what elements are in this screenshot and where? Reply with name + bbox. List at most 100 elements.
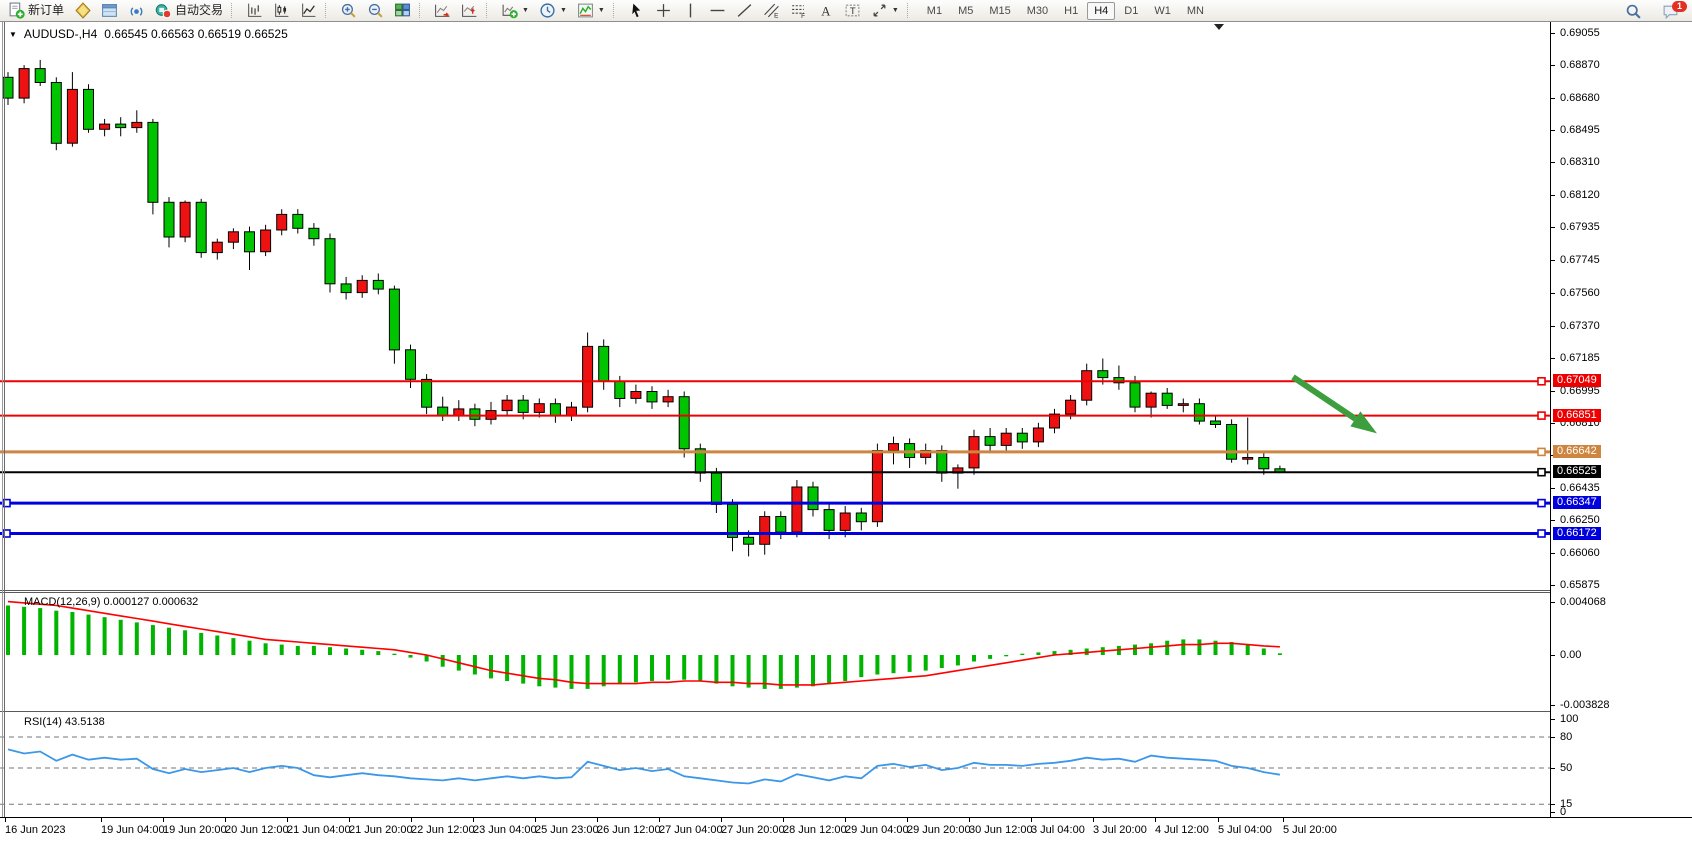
equidistant-channel-button[interactable]: E [759,0,784,21]
data-window-button[interactable] [97,0,122,21]
time-axis[interactable]: 16 Jun 202319 Jun 04:0019 Jun 20:0020 Ju… [0,818,1692,845]
candle-body [985,437,995,446]
timeframe-m5[interactable]: M5 [951,2,980,20]
timeframe-h1[interactable]: H1 [1057,2,1085,20]
macd-histogram-bar [779,655,783,689]
line-handle-right[interactable] [1538,412,1545,419]
chart-collapse-icon[interactable]: ▼ [9,30,17,39]
period-button[interactable]: ▼ [535,0,571,21]
timeframe-m1[interactable]: M1 [920,2,949,20]
time-tick-mark [907,818,908,822]
candle [647,386,657,409]
timeframe-h4[interactable]: H4 [1087,2,1115,20]
text-button[interactable]: A [813,0,838,21]
cursor-button[interactable] [624,0,649,21]
zoom-in-button[interactable] [336,0,361,21]
macd-signal-line [8,602,1280,685]
bar-chart-button[interactable] [242,0,267,21]
line-chart-button[interactable] [296,0,321,21]
candle [808,482,818,517]
candle-body [1082,371,1092,401]
price-tick-label: 0.67935 [1560,221,1600,233]
pane-divider-main-macd-2[interactable] [0,592,1551,593]
line-handle-right[interactable] [1538,378,1545,385]
candle [277,209,287,235]
candle-body [1146,393,1156,407]
trend-arrow-shaft[interactable] [1293,377,1355,419]
search-button[interactable] [1621,1,1646,22]
chart-shift-button[interactable] [457,0,482,21]
axis-tick-mark [1551,488,1555,489]
timeframe-mn[interactable]: MN [1180,2,1211,20]
axis-tick-mark [1551,602,1555,603]
candle-body [293,214,303,228]
arrows-button[interactable]: ▼ [867,0,903,21]
timeframe-w1[interactable]: W1 [1147,2,1178,20]
chart-shift-marker-icon[interactable] [1214,24,1224,30]
navigator-button[interactable] [124,0,149,21]
macd-pane[interactable] [0,593,1551,710]
horizontal-line-button[interactable] [705,0,730,21]
data-window-icon [101,2,118,19]
line-handle-right[interactable] [1538,500,1545,507]
time-tick-mark [1093,818,1094,822]
window-left-border-outer [2,22,3,817]
candle [567,402,577,421]
dropdown-caret-icon: ▼ [892,7,899,14]
rsi-pane[interactable] [0,712,1551,817]
timeframe-m30[interactable]: M30 [1020,2,1055,20]
candle-body [1259,458,1269,469]
toolbar-group-0: 新订单 自动交易 [3,0,228,22]
svg-text:E: E [774,12,778,19]
time-tick-mark [783,818,784,822]
macd-histogram-bar [1149,643,1153,655]
candle [1082,364,1092,406]
indicators-button[interactable]: ▼ [573,0,609,21]
time-label: 5 Jul 04:00 [1218,824,1272,836]
macd-histogram-bar [87,615,91,655]
auto-trading-button[interactable]: 自动交易 [151,0,227,21]
axis-tick-mark [1551,705,1555,706]
pane-divider-main-macd[interactable] [0,590,1551,591]
candle-body [422,379,432,407]
pane-divider-macd-rsi[interactable] [0,711,1551,712]
new-chart-button[interactable]: ▼ [497,0,533,21]
fibonacci-button[interactable]: F [786,0,811,21]
crosshair-button[interactable] [651,0,676,21]
toolbar-group-2 [335,0,416,22]
new-order-button[interactable]: 新订单 [4,0,68,21]
timeframe-d1[interactable]: D1 [1117,2,1145,20]
line-handle-right[interactable] [1538,448,1545,455]
candle [985,428,995,452]
macd-histogram-bar [392,654,396,655]
timeframe-m15[interactable]: M15 [982,2,1017,20]
market-watch-button[interactable] [70,0,95,21]
notifications-button[interactable]: 1 [1658,1,1683,22]
vertical-line-button[interactable] [678,0,703,21]
price-tick-label: 0.66250 [1560,514,1600,526]
period-clock-icon [539,2,556,19]
macd-histogram-bar [940,655,944,668]
auto-scroll-button[interactable] [430,0,455,21]
rsi-tick-label: 0 [1560,806,1566,818]
price-axis[interactable]: 0.690550.688700.686800.684950.683100.681… [1551,22,1692,817]
line-handle-right[interactable] [1538,469,1545,476]
macd-histogram-bar [1197,639,1201,655]
trendline-button[interactable] [732,0,757,21]
tile-windows-button[interactable] [390,0,415,21]
candle-body [245,232,255,252]
time-tick-mark [1031,818,1032,822]
time-label: 29 Jun 04:00 [845,824,909,836]
axis-tick-mark [1551,768,1555,769]
text-label-button[interactable]: T [840,0,865,21]
candlestick-chart-button[interactable] [269,0,294,21]
candle [1001,428,1011,451]
line-handle-right[interactable] [1538,530,1545,537]
macd-histogram-bar [956,655,960,665]
candle [711,468,721,513]
zoom-out-button[interactable] [363,0,388,21]
main-price-chart[interactable] [0,22,1551,590]
price-tick-label: 0.66060 [1560,547,1600,559]
time-tick-mark [411,818,412,822]
candle-body [889,444,899,451]
